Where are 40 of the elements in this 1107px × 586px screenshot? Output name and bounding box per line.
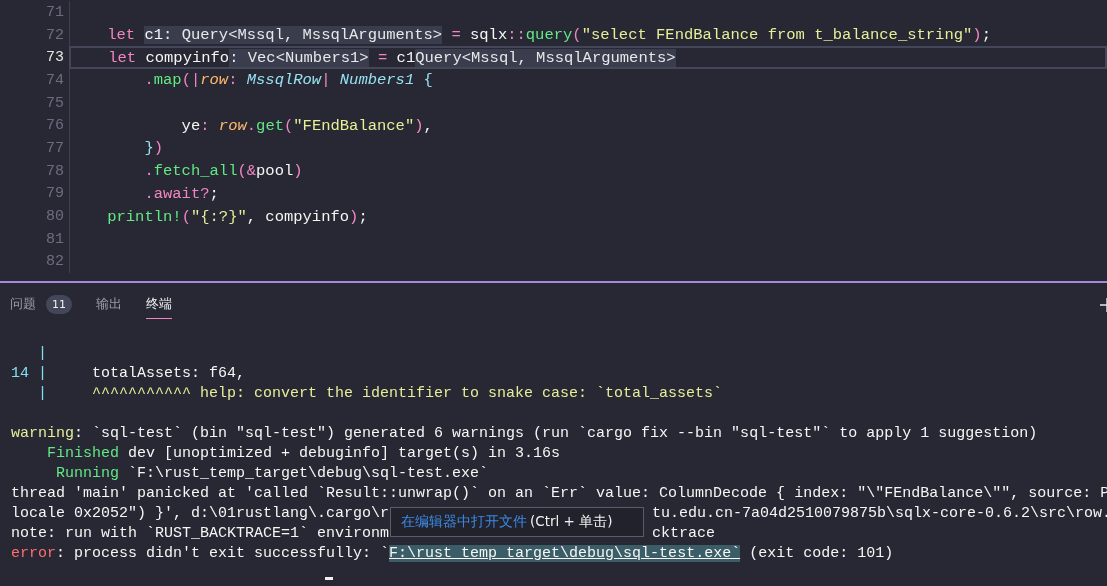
- terminal-text: error: process didn't exit successfully: `: [11, 545, 390, 562]
- terminal-text: note: run with `RUST_BACKTRACE=1` environm: [11, 525, 390, 542]
- terminal-text: (exit code: 101): [748, 545, 894, 562]
- code-line: println!("{:?}", compyinfo);: [106, 207, 368, 226]
- line-number: 76: [45, 117, 64, 135]
- terminal-line: Finished dev [unoptimized + debuginfo] target(s) in 3.16s: [46, 445, 561, 462]
- file-link[interactable]: F:\rust_temp_target\debug\sql-test.exe`: [389, 545, 741, 562]
- code-line: .map(|row: MssqlRow| Numbers1 {: [143, 71, 433, 90]
- terminal-text: cktrace: [651, 525, 715, 542]
- terminal-line: Running `F:\rust_temp_target\debug\sql-test.exe`: [55, 465, 489, 482]
- code-line: .await?;: [143, 184, 219, 203]
- count-badge: 11: [46, 294, 72, 314]
- panel-tab[interactable]: 终端: [146, 287, 172, 319]
- line-number: 78: [45, 162, 64, 180]
- line-number: 75: [45, 94, 64, 112]
- line-number: 82: [45, 253, 64, 271]
- terminal-line: 14 | totalAssets: f64,: [11, 365, 246, 382]
- code-line: }): [143, 139, 164, 158]
- line-number: 71: [45, 3, 64, 21]
- terminal-text: locale 0x2052") }', d:\01rustlang\.cargo\r: [11, 505, 390, 522]
- panel-tab[interactable]: 输出: [96, 287, 122, 319]
- code-line: let c1: Query<Mssql, MssqlArguments> = sqlx::query("select FEndBalance from t_balance_string");: [106, 26, 991, 45]
- terminal-line: |: [37, 345, 47, 362]
- terminal-line: warning: `sql-test` (bin "sql-test") generated 6 warnings (run `cargo fix --bin "sql-test"` to apply 1 suggestion): [11, 425, 1038, 442]
- code-line: let compyinfo: Vec<Numbers1> = c1Query<Mssql, MssqlArguments>: [107, 48, 676, 67]
- line-number: 72: [45, 26, 64, 44]
- terminal-text: tu.edu.cn-7a04d2510079875b\sqlx-core-0.6.2\src\row.: [651, 505, 1107, 522]
- line-number: 73: [45, 49, 64, 67]
- shortcut-hint: (Ctrl + 单击): [530, 513, 613, 531]
- panel-tab[interactable]: 问题 11: [10, 286, 72, 320]
- text-cursor: [325, 577, 333, 580]
- code-line: .fetch_all(&pool): [143, 162, 303, 181]
- tooltip-link[interactable]: 在编辑器中打开文件: [401, 513, 527, 531]
- line-number: 77: [45, 139, 64, 157]
- line-number: 74: [45, 71, 64, 89]
- line-number: 81: [45, 230, 64, 248]
- terminal-line: | ^^^^^^^^^^^ help: convert the identifier to snake case: `total_assets`: [37, 385, 723, 402]
- line-number: 79: [45, 185, 64, 203]
- line-number: 80: [45, 208, 64, 226]
- code-line: ye: row.get("FEndBalance"),: [180, 116, 433, 135]
